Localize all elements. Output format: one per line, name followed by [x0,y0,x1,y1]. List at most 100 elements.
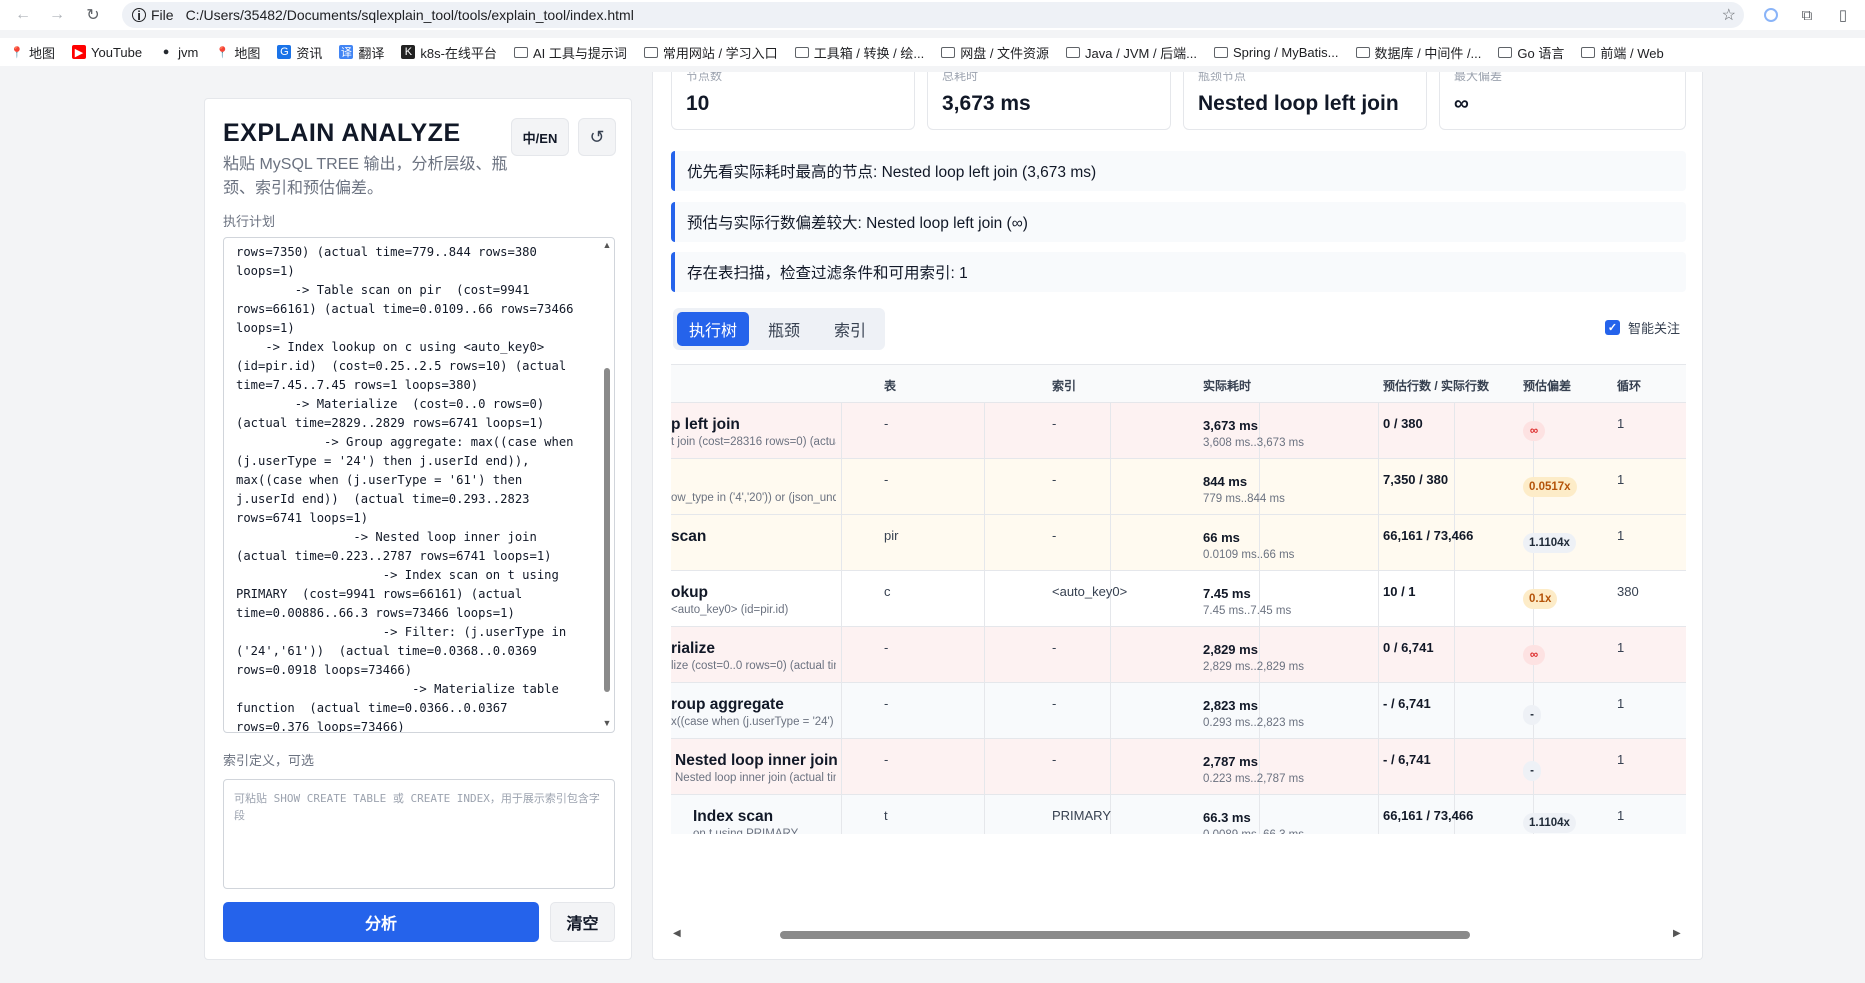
table-scroll-thumb[interactable] [780,931,1470,939]
scroll-up-icon[interactable]: ▲ [602,240,612,250]
column-divider [1454,403,1455,459]
column-divider [1110,571,1111,627]
bookmark-star-icon[interactable]: ☆ [1722,5,1736,25]
browser-toolbar: ← → ↻ i File C:/Users/35482/Documents/sq… [0,0,1865,30]
cell-index: <auto_key0> [1052,584,1128,599]
extension-circle-icon[interactable] [1761,5,1781,25]
node-detail: x((case when (j.userType = '24') th... [671,716,836,728]
tab-index[interactable]: 索引 [819,312,881,346]
bookmark-item[interactable]: 📍 地图 [10,43,55,62]
results-panel: 节点数 10 总耗时 3,673 ms 瓶颈节点 Nested loop lef… [652,72,1703,960]
cell-time-range: 779 ms..844 ms [1203,493,1285,505]
column-divider [1110,403,1111,459]
back-arrow-icon[interactable]: ← [10,2,36,28]
analyze-button[interactable]: 分析 [223,902,539,942]
insight-top-cost: 优先看实际耗时最高的节点: Nested loop left join (3,6… [671,151,1686,191]
insight-row-deviation: 预估与实际行数偏差较大: Nested loop left join (∞) [671,202,1686,242]
column-divider [1259,627,1260,683]
reset-icon[interactable]: ↺ [578,118,616,156]
bookmark-item[interactable]: 工具箱 / 转换 / 绘... [794,43,924,62]
youtube-icon: ▶ [72,45,87,59]
stat-label: 最大偏差 [1454,72,1503,83]
index-definition-textarea[interactable]: 可粘贴 SHOW CREATE TABLE 或 CREATE INDEX，用于展… [223,779,615,889]
plan-scrollbar[interactable]: ▲ ▼ [602,240,612,730]
table-row[interactable]: rialize lize (cost=0..0 rows=0) (actual t… [671,627,1686,683]
language-toggle-button[interactable]: 中/EN [511,118,569,156]
cell-loops: 1 [1617,696,1625,711]
node-title: Nested loop inner join [675,752,838,769]
checkbox-checked-icon[interactable]: ✓ [1605,320,1620,335]
stat-card-max-deviation: 最大偏差 ∞ [1439,72,1686,130]
cell-actual-time: 66.3 ms [1203,810,1251,825]
header-actual-time: 实际耗时 [1203,379,1252,393]
cell-time-range: 7.45 ms..7.45 ms [1203,605,1292,617]
site-info-chip[interactable]: i File [132,7,174,23]
news-icon: G [277,45,292,59]
github-icon: ● [162,46,170,58]
node-detail: t join (cost=28316 rows=0) (actual ... [671,436,836,448]
cell-table: t [884,808,888,823]
clear-button[interactable]: 清空 [550,902,615,942]
table-horizontal-scrollbar[interactable]: ◀ ▶ [671,926,1686,942]
deviation-badge: ∞ [1523,421,1545,441]
stat-value: Nested loop left join [1198,92,1399,115]
node-detail: Nested loop inner join (actual tim... [675,772,836,784]
bookmark-label: 翻译 [358,45,385,61]
cell-est-actual-rows: 0 / 380 [1383,416,1423,431]
view-tabs: 执行树 瓶颈 索引 [673,308,885,350]
bookmark-label: YouTube [91,44,143,60]
bookmark-item[interactable]: 前端 / Web [1581,43,1664,62]
bookmark-item[interactable]: 数据库 / 中间件 /... [1355,43,1481,62]
cell-index: - [1052,696,1057,711]
extensions-puzzle-icon[interactable]: ⧉ [1797,5,1817,25]
column-divider [1378,515,1379,571]
address-bar[interactable]: i File C:/Users/35482/Documents/sqlexpla… [122,2,1744,28]
bookmark-item[interactable]: Java / JVM / 后端... [1066,43,1197,62]
cell-table: - [884,640,889,655]
scroll-down-icon[interactable]: ▼ [602,718,612,728]
table-row[interactable]: roup aggregate x((case when (j.userType =… [671,683,1686,739]
bookmark-item[interactable]: ▶ YouTube [72,45,142,60]
bookmark-item[interactable]: 📍 地图 [215,43,260,62]
cell-est-actual-rows: 0 / 6,741 [1383,640,1434,655]
node-title: Index scan [693,808,774,825]
table-row[interactable]: Index scan on t using PRIMARY t PRIMARY 66.3… [671,795,1686,834]
table-row[interactable]: scan pir - 66 ms 0.0109 ms..66 ms 66,161 / 73… [671,515,1686,571]
deviation-badge: - [1523,761,1541,781]
cell-actual-time: 844 ms [1203,474,1248,489]
bookmark-item[interactable]: Spring / MyBatis... [1214,45,1339,60]
column-divider [841,683,842,739]
cell-time-range: 0.0089 ms..66.3 ms [1203,829,1304,834]
scroll-left-icon[interactable]: ◀ [673,928,681,939]
cell-time-range: 3,608 ms..3,673 ms [1203,437,1304,449]
table-row[interactable]: p left join t join (cost=28316 rows=0) (a… [671,403,1686,459]
bookmark-item[interactable]: 网盘 / 文件资源 [941,43,1049,62]
cell-actual-time: 7.45 ms [1203,586,1251,601]
table-row[interactable]: ow_type in ('4','20')) or (json_unqu... -… [671,459,1686,515]
smart-focus-toggle[interactable]: ✓ 智能关注 [1605,318,1680,337]
sidebar-icon[interactable]: ▯ [1833,5,1853,25]
bookmark-item[interactable]: ● jvm [159,45,199,60]
translate-icon: 译 [339,45,354,59]
cell-loops: 1 [1617,528,1625,543]
table-row[interactable]: Nested loop inner join Nested loop inner … [671,739,1686,795]
bookmark-item[interactable]: AI 工具与提示词 [513,43,627,62]
bookmark-item[interactable]: 译翻译 [339,43,384,62]
bookmark-item[interactable]: 常用网站 / 学习入口 [643,43,778,62]
deviation-badge: 1.1104x [1523,533,1576,553]
bookmark-item[interactable]: Go 语言 [1498,43,1564,62]
forward-arrow-icon[interactable]: → [44,2,70,28]
bookmark-item[interactable]: G 资讯 [277,43,322,62]
plan-label: 执行计划 [223,214,276,229]
column-divider [1259,683,1260,739]
tab-bottleneck[interactable]: 瓶颈 [753,312,815,346]
column-divider [1259,459,1260,515]
plan-scroll-thumb[interactable] [604,368,610,692]
table-row[interactable]: okup <auto_key0> (id=pir.id) c <auto_key0> 7… [671,571,1686,627]
tab-execution-tree[interactable]: 执行树 [677,312,749,346]
reload-icon[interactable]: ↻ [80,2,106,28]
scroll-right-icon[interactable]: ▶ [1673,928,1681,939]
bookmark-item[interactable]: Kk8s-在线平台 [401,43,497,62]
stat-label: 总耗时 [942,72,979,83]
plan-textarea[interactable]: rows=7350) (actual time=779..844 rows=38… [223,237,615,733]
